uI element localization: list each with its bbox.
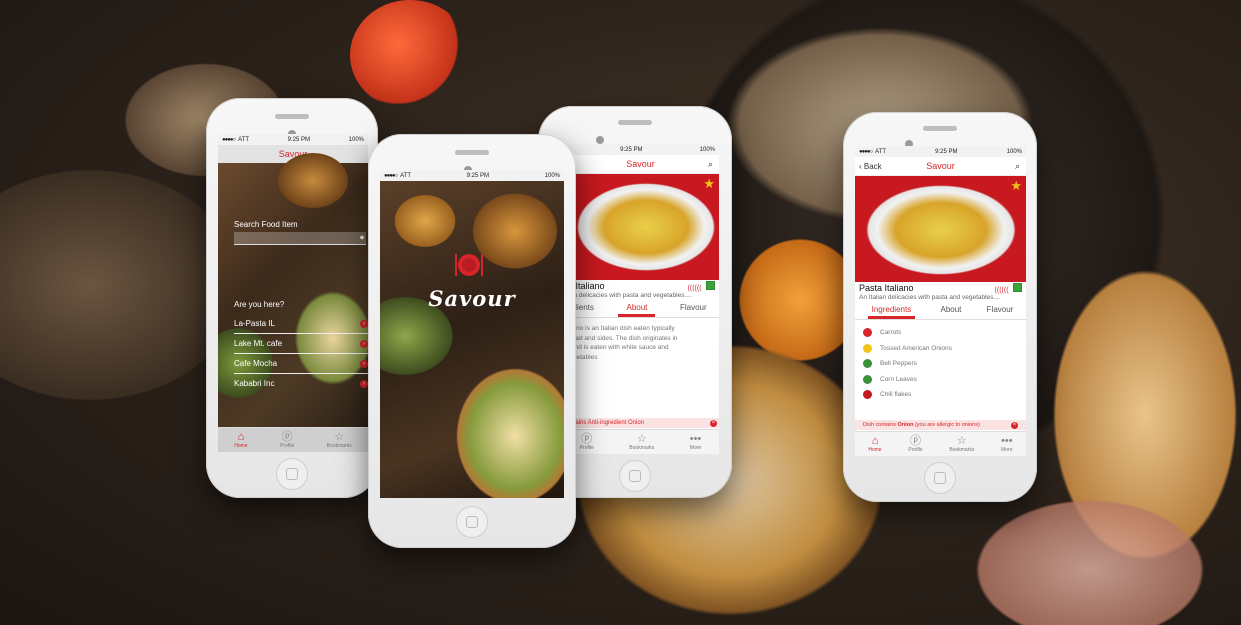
bookmark-star-icon[interactable]: ★ xyxy=(1010,178,1022,194)
carrot-icon xyxy=(863,328,872,338)
tab-about[interactable]: About xyxy=(618,303,656,317)
ingredients-screen: ●●●●○ ATT 9:25 PM 100% ‹ Back Savour ⌕ ★ P… xyxy=(855,146,1026,456)
home-button[interactable] xyxy=(276,458,308,490)
tab-bookmarks[interactable]: ☆ Bookmarks xyxy=(949,434,974,453)
logo-icon xyxy=(454,250,484,280)
back-button[interactable]: ‹ Back xyxy=(859,162,882,171)
status-bar: 9:25 PM 100% xyxy=(562,144,719,155)
chili-icon xyxy=(863,390,872,400)
tab-profile[interactable]: ⓟ Profile xyxy=(580,432,594,451)
phone-ingredients: ●●●●○ ATT 9:25 PM 100% ‹ Back Savour ⌕ ★ P… xyxy=(843,112,1037,502)
bookmark-star-icon[interactable]: ★ xyxy=(703,176,715,192)
profile-icon: ⓟ xyxy=(581,432,593,445)
leaf-icon xyxy=(863,374,872,384)
nav-title: Savour xyxy=(626,159,655,169)
about-text: aliano is an Italian dish eaten typicall… xyxy=(566,325,678,361)
list-item[interactable]: Kababri Inc › xyxy=(234,374,368,393)
status-bar: ●●●●○ ATT 9:25 PM 100% xyxy=(380,170,564,181)
more-icon: ••• xyxy=(689,432,702,445)
tab-bookmarks[interactable]: ☆ Bookmarks xyxy=(629,432,654,451)
about-screen: 9:25 PM100% × Savour ⌕ ★ Pasta Italiano … xyxy=(562,144,719,454)
list-item: Chili flakes xyxy=(863,387,1026,403)
spice-level: (((((( xyxy=(994,287,1009,294)
search-screen: ●●●●○ ATT 9:25 PM 100% Savour Search Food … xyxy=(218,134,368,452)
search-icon[interactable]: ⌕ xyxy=(708,159,713,170)
star-icon: ☆ xyxy=(956,434,967,447)
veg-icon xyxy=(1013,283,1022,292)
pepper-icon xyxy=(863,359,872,369)
list-item: Bell Peppers xyxy=(863,356,1026,372)
home-button[interactable] xyxy=(924,462,956,494)
food-photo xyxy=(380,181,564,498)
search-icon[interactable]: ⌕ xyxy=(1015,161,1020,172)
home-button[interactable] xyxy=(619,460,651,492)
home-icon: ⌂ xyxy=(237,430,245,443)
tab-flavour[interactable]: Flavour xyxy=(680,303,707,317)
tab-more[interactable]: ••• More xyxy=(1001,434,1013,453)
tab-home[interactable]: ⌂ Home xyxy=(234,430,247,449)
dismiss-icon[interactable]: × xyxy=(1011,421,1018,429)
places-list: La-Pasta IL › Lake Mt. cafe › Cafe Mocha › … xyxy=(234,314,368,393)
dish-photo: ★ xyxy=(562,174,719,280)
dismiss-icon[interactable]: × xyxy=(710,419,717,427)
dish-description: An Italian delicacies with pasta and veg… xyxy=(859,294,1001,301)
chevron-right-icon: › xyxy=(360,339,368,348)
phone-search: ●●●●○ ATT 9:25 PM 100% Savour Search Food … xyxy=(206,98,378,498)
detail-tabs: Ingredients About Flavour xyxy=(562,303,719,318)
status-bar: ●●●●○ ATT 9:25 PM 100% xyxy=(855,146,1026,157)
tab-profile[interactable]: ⓟ Profile xyxy=(908,434,922,453)
more-icon: ••• xyxy=(1001,434,1013,447)
veg-icon xyxy=(706,281,715,290)
microphone-icon[interactable]: ⏺ xyxy=(360,233,364,243)
home-icon: ⌂ xyxy=(871,434,879,447)
allergy-banner: Dish contains Onion (you are allergic to… xyxy=(855,420,1026,430)
detail-tabs: Ingredients About Flavour xyxy=(855,305,1026,320)
tab-ingredients[interactable]: Ingredients xyxy=(867,305,916,319)
status-bar: ●●●●○ ATT 9:25 PM 100% xyxy=(218,134,368,145)
dish-photo: ★ xyxy=(855,176,1026,282)
nav-title: Savour xyxy=(926,161,955,171)
chevron-right-icon: › xyxy=(360,379,368,388)
splash-title: Savour xyxy=(428,286,516,311)
tab-profile[interactable]: ⓟ Profile xyxy=(280,430,294,449)
nav-bar: × Savour ⌕ xyxy=(562,155,719,174)
search-label: Search Food Item xyxy=(234,220,298,229)
search-input[interactable]: ⏺ xyxy=(234,232,366,245)
profile-icon: ⓟ xyxy=(281,430,293,443)
list-item: Corn Leaves xyxy=(863,372,1026,388)
chevron-right-icon: › xyxy=(360,319,368,328)
dish-title: Pasta Italiano xyxy=(859,283,914,293)
location-question: Are you here? xyxy=(234,300,285,309)
splash-screen: ●●●●○ ATT 9:25 PM 100% Savour xyxy=(380,170,564,498)
tab-bar: ⌂ Home ⓟ Profile ☆ Bookmarks ••• More xyxy=(855,431,1026,456)
tab-about[interactable]: About xyxy=(940,305,961,319)
star-icon: ☆ xyxy=(334,430,345,443)
chevron-right-icon: › xyxy=(360,359,368,368)
tab-bar: ⓟ Profile ☆ Bookmarks ••• More xyxy=(562,429,719,454)
home-button[interactable] xyxy=(456,506,488,538)
tab-flavour[interactable]: Flavour xyxy=(987,305,1014,319)
list-item: Tossed American Onions xyxy=(863,341,1026,357)
tab-bar: ⌂ Home ⓟ Profile ☆ Bookmarks xyxy=(218,427,368,452)
list-item[interactable]: Lake Mt. cafe › xyxy=(234,334,368,354)
phone-splash: ●●●●○ ATT 9:25 PM 100% Savour xyxy=(368,134,576,548)
list-item: Carrots xyxy=(863,325,1026,341)
tab-more[interactable]: ••• More xyxy=(689,432,702,451)
onion-icon xyxy=(863,343,872,353)
allergy-banner: contains Anti-ingredient Onion × xyxy=(562,418,719,428)
ingredients-list: Carrots Tossed American Onions Bell Pepp… xyxy=(863,325,1026,403)
tab-home[interactable]: ⌂ Home xyxy=(868,434,881,453)
tab-bookmarks[interactable]: ☆ Bookmarks xyxy=(327,430,352,449)
nav-bar: ‹ Back Savour ⌕ xyxy=(855,157,1026,176)
star-icon: ☆ xyxy=(636,432,647,445)
list-item[interactable]: La-Pasta IL › xyxy=(234,314,368,334)
list-item[interactable]: Cafe Mocha › xyxy=(234,354,368,374)
profile-icon: ⓟ xyxy=(910,434,922,447)
spice-level: (((((( xyxy=(687,285,702,292)
